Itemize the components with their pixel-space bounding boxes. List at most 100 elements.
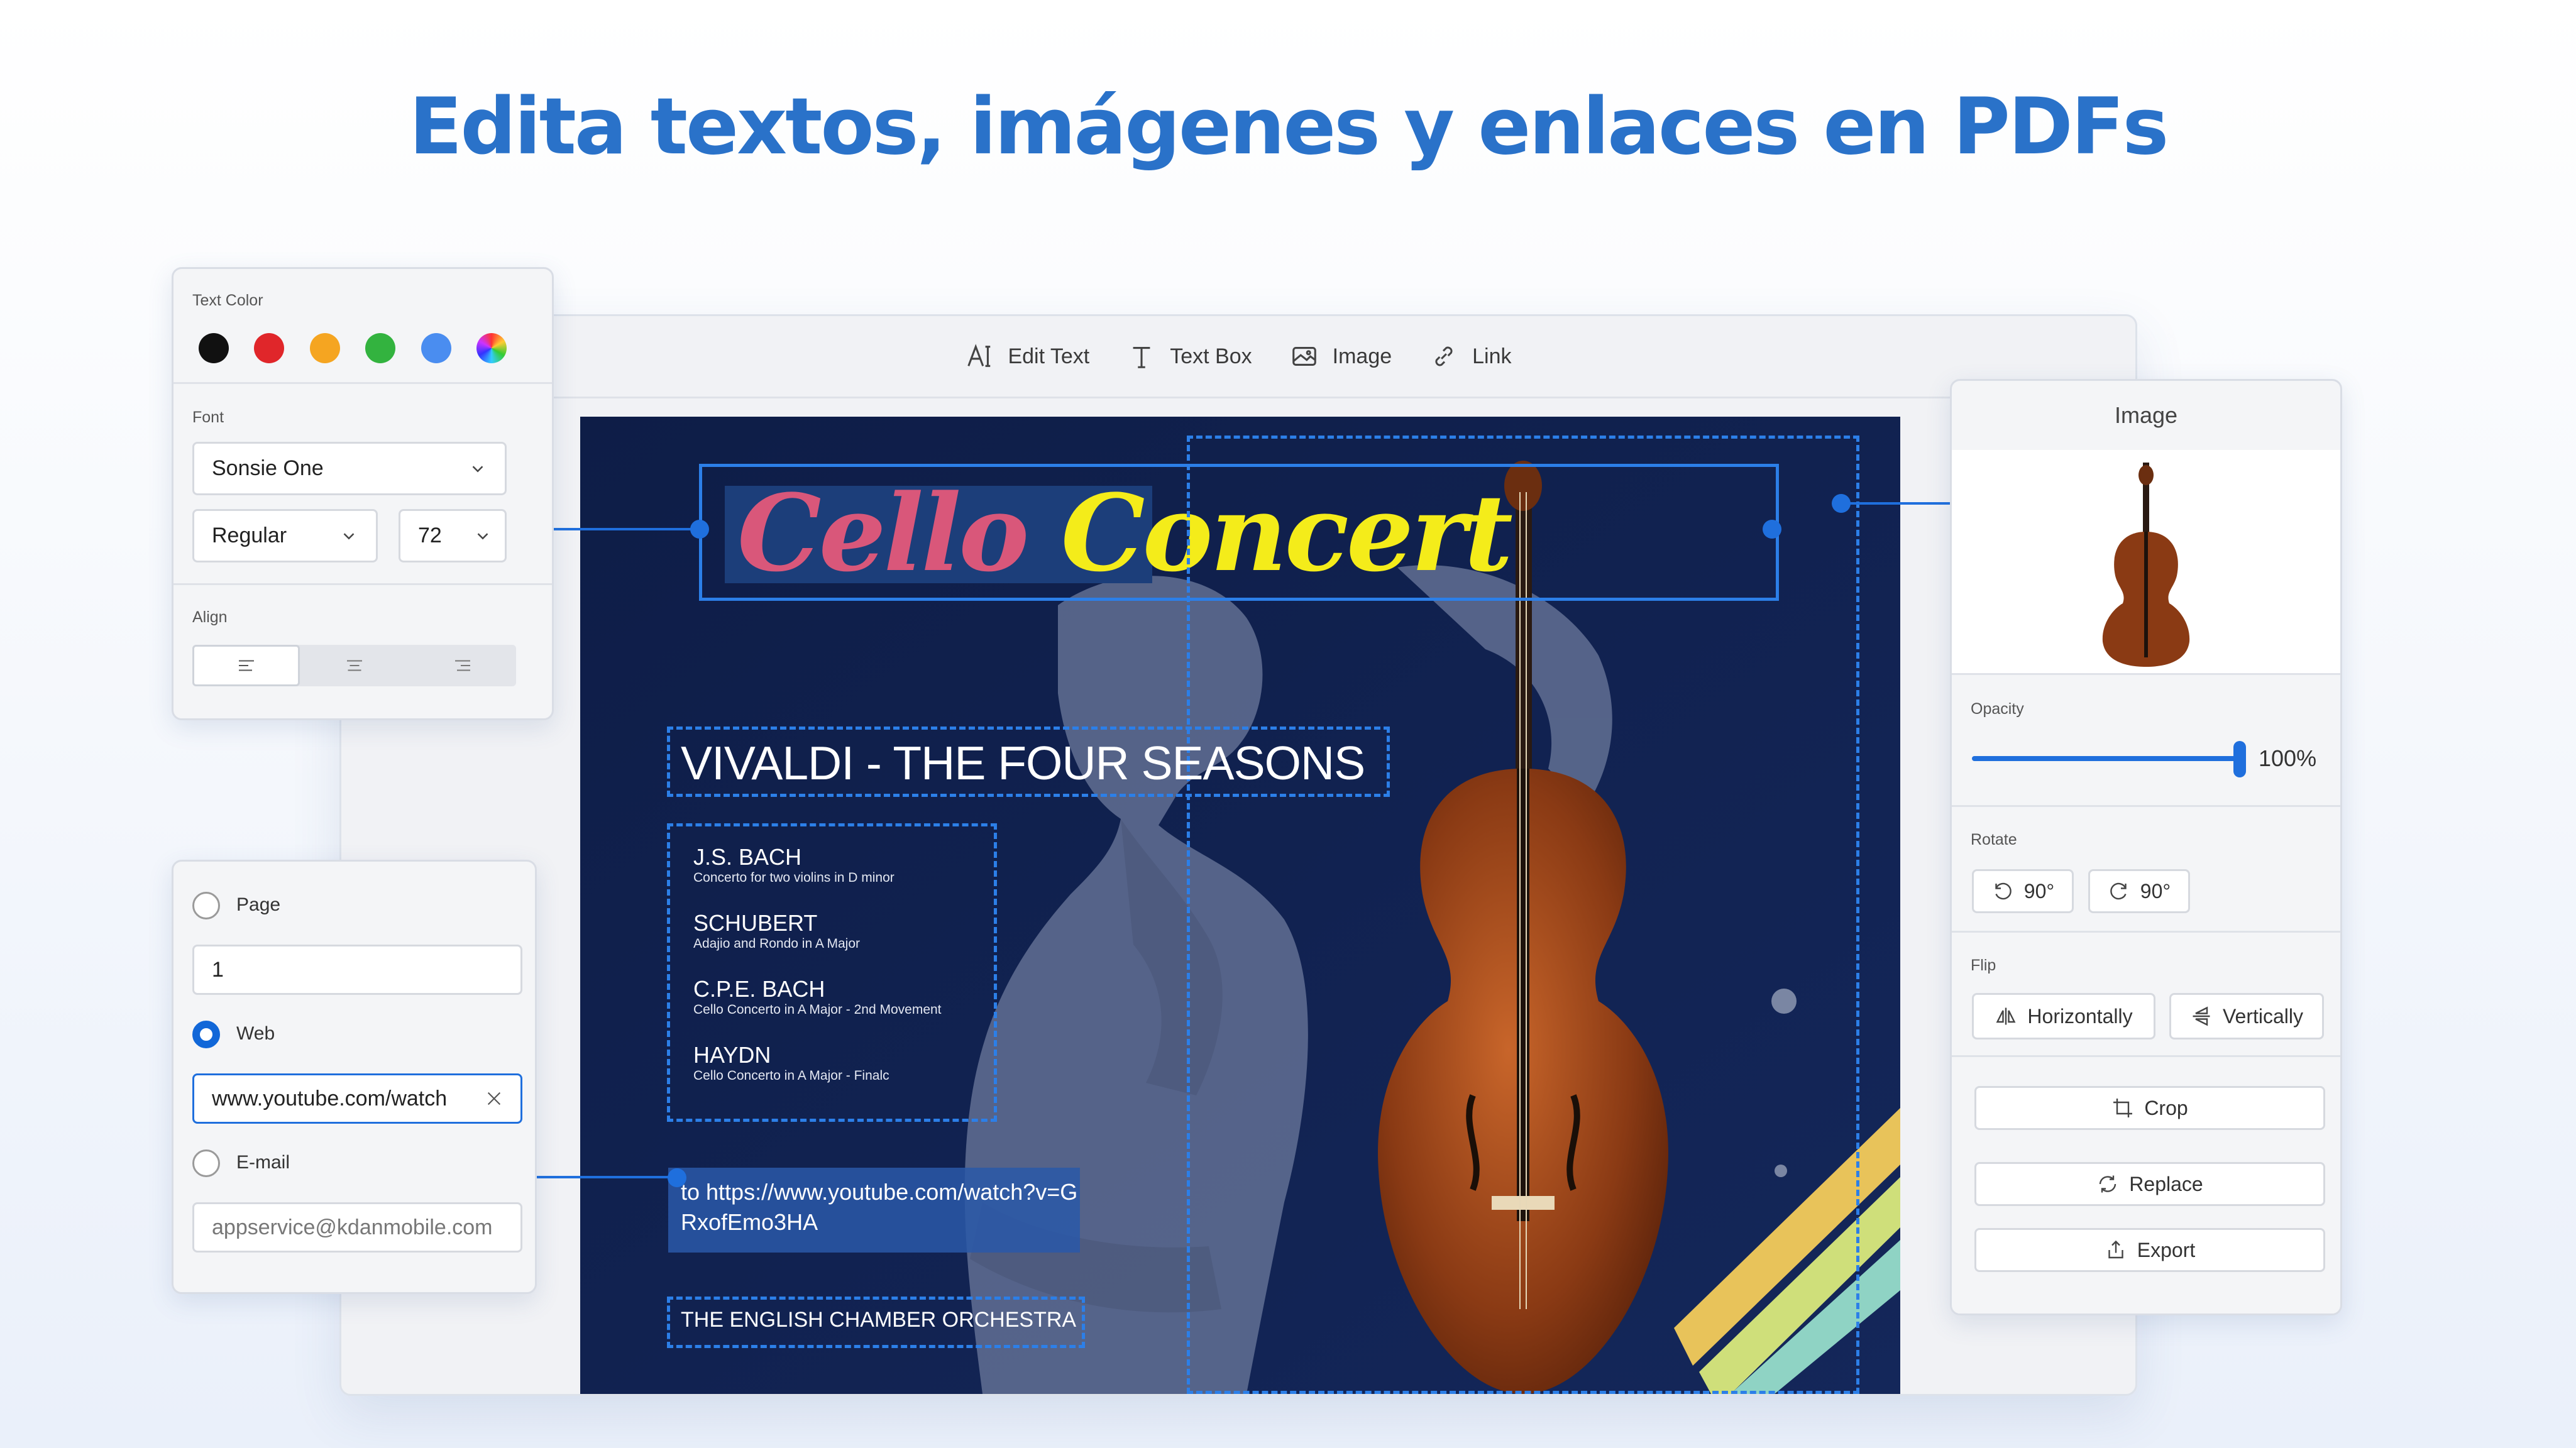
page-headline: Edita textos, imágenes y enlaces en PDFs: [409, 82, 2169, 172]
image-tool[interactable]: Image: [1290, 342, 1392, 371]
color-swatch-orange[interactable]: [310, 333, 340, 363]
web-url-value: www.youtube.com/watch: [212, 1086, 448, 1111]
replace-button[interactable]: Replace: [1974, 1162, 2325, 1206]
image-panel-title: Image: [2114, 402, 2178, 428]
divider: [1952, 931, 2340, 933]
image-preview: [1952, 450, 2340, 673]
text-color-label: Text Color: [192, 292, 263, 309]
pdf-page: Cello Concert VIVALDI - THE FOUR SEASONS…: [580, 417, 1900, 1394]
flip-vertical-button[interactable]: Vertically: [2169, 993, 2324, 1039]
image-properties-panel: Image Opacity 100% Rotate 90° 90° Flip H…: [1950, 379, 2342, 1315]
image-selection-box[interactable]: [1187, 436, 1859, 1394]
font-size-value: 72: [418, 524, 442, 547]
composer-name: SCHUBERT: [693, 910, 818, 936]
orchestra-name: THE ENGLISH CHAMBER ORCHESTRA: [681, 1308, 1077, 1332]
email-input[interactable]: appservice@kdanmobile.com: [192, 1202, 522, 1253]
web-url-input[interactable]: www.youtube.com/watch: [192, 1073, 522, 1124]
rotate-right-label: 90°: [2140, 879, 2171, 902]
email-radio-label: E-mail: [236, 1152, 290, 1173]
link-annotation-text: to https://www.youtube.com/watch?v=GRxof…: [681, 1179, 1078, 1235]
opacity-value: 100%: [2259, 745, 2317, 771]
export-button[interactable]: Export: [1974, 1228, 2325, 1272]
program-item: J.S. BACH Concerto for two violins in D …: [693, 844, 942, 910]
link-connector-dot[interactable]: [668, 1168, 686, 1187]
composer-name: J.S. BACH: [693, 844, 802, 870]
email-placeholder: appservice@kdanmobile.com: [212, 1215, 493, 1239]
chevron-down-icon: [472, 465, 483, 473]
align-center-icon: [346, 660, 362, 671]
crop-label: Crop: [2144, 1096, 2188, 1119]
page-number-value: 1: [212, 957, 224, 982]
page-radio[interactable]: [192, 892, 220, 919]
align-left-button[interactable]: [192, 645, 300, 686]
replace-label: Replace: [2129, 1172, 2203, 1195]
replace-icon: [2100, 1175, 2116, 1193]
opacity-label: Opacity: [1971, 700, 2024, 718]
clear-icon[interactable]: [484, 1089, 504, 1109]
link-panel: Page 1 Web www.youtube.com/watch E-mail …: [172, 860, 537, 1294]
color-swatch-red[interactable]: [254, 333, 284, 363]
web-radio[interactable]: [192, 1021, 220, 1048]
divider: [1952, 673, 2340, 675]
program-item: SCHUBERT Adajio and Rondo in A Major: [693, 910, 942, 976]
color-swatch-blue[interactable]: [421, 333, 451, 363]
rotate-label: Rotate: [1971, 831, 2017, 848]
divider: [1952, 1055, 2340, 1057]
export-label: Export: [2137, 1238, 2196, 1261]
chevron-down-icon: [477, 532, 488, 540]
rotate-left-icon: [1995, 882, 2012, 900]
text-box-tool[interactable]: Text Box: [1127, 342, 1252, 371]
flip-vertical-icon: [2193, 1006, 2210, 1026]
font-label: Font: [192, 409, 224, 426]
flip-horizontal-icon: [1996, 1007, 2016, 1025]
color-swatch-black[interactable]: [199, 333, 229, 363]
opacity-slider-thumb[interactable]: [2233, 741, 2246, 777]
font-size-select[interactable]: 72: [399, 509, 507, 562]
chevron-down-icon: [343, 532, 355, 540]
flip-label: Flip: [1971, 957, 1996, 974]
align-segmented-control: [192, 645, 516, 686]
program-list: J.S. BACH Concerto for two violins in D …: [693, 844, 942, 1108]
align-label: Align: [192, 608, 228, 626]
cello-thumbnail: [2102, 463, 2190, 667]
divider: [173, 382, 552, 384]
edit-text-tool[interactable]: Edit Text: [965, 342, 1089, 371]
work-title: Adajio and Rondo in A Major: [693, 936, 861, 951]
edit-toolbar: Edit Text Text Box Image Link: [341, 316, 2135, 398]
flip-vertical-label: Vertically: [2222, 1004, 2304, 1028]
divider: [173, 583, 552, 585]
work-title: Cello Concerto in A Major - 2nd Movement: [693, 1002, 942, 1017]
crop-icon: [2113, 1099, 2133, 1117]
align-center-button[interactable]: [300, 645, 408, 686]
image-label: Image: [1332, 344, 1392, 368]
selection-handle-left[interactable]: [690, 520, 709, 539]
selection-handle-right[interactable]: [1763, 520, 1781, 539]
composer-name: C.P.E. BACH: [693, 976, 825, 1002]
font-style-value: Regular: [212, 524, 287, 547]
font-family-select[interactable]: Sonsie One: [192, 442, 507, 495]
email-radio[interactable]: [192, 1149, 220, 1177]
page-number-input[interactable]: 1: [192, 945, 522, 995]
web-radio-label: Web: [236, 1023, 275, 1044]
opacity-slider-track[interactable]: [1972, 756, 2238, 761]
editor-window: Edit Text Text Box Image Link Cello Conc…: [339, 314, 2137, 1396]
color-picker-icon[interactable]: [476, 333, 507, 363]
align-right-icon: [454, 660, 470, 671]
align-left-icon: [238, 660, 254, 671]
font-connector-line: [533, 528, 700, 530]
divider: [1952, 805, 2340, 807]
align-right-button[interactable]: [409, 645, 516, 686]
font-style-select[interactable]: Regular: [192, 509, 378, 562]
rotate-left-button[interactable]: 90°: [1972, 869, 2074, 913]
rotate-right-button[interactable]: 90°: [2088, 869, 2190, 913]
link-tool[interactable]: Link: [1429, 342, 1512, 371]
work-title: Cello Concerto in A Major - Finalc: [693, 1068, 889, 1083]
export-icon: [2108, 1240, 2123, 1259]
flip-horizontal-button[interactable]: Horizontally: [1972, 993, 2155, 1039]
page-radio-label: Page: [236, 894, 281, 915]
color-swatch-green[interactable]: [365, 333, 395, 363]
work-title: Concerto for two violins in D minor: [693, 870, 894, 885]
poster-subtitle: VIVALDI - THE FOUR SEASONS: [681, 737, 1365, 789]
rotate-right-icon: [2110, 882, 2127, 900]
crop-button[interactable]: Crop: [1974, 1086, 2325, 1130]
